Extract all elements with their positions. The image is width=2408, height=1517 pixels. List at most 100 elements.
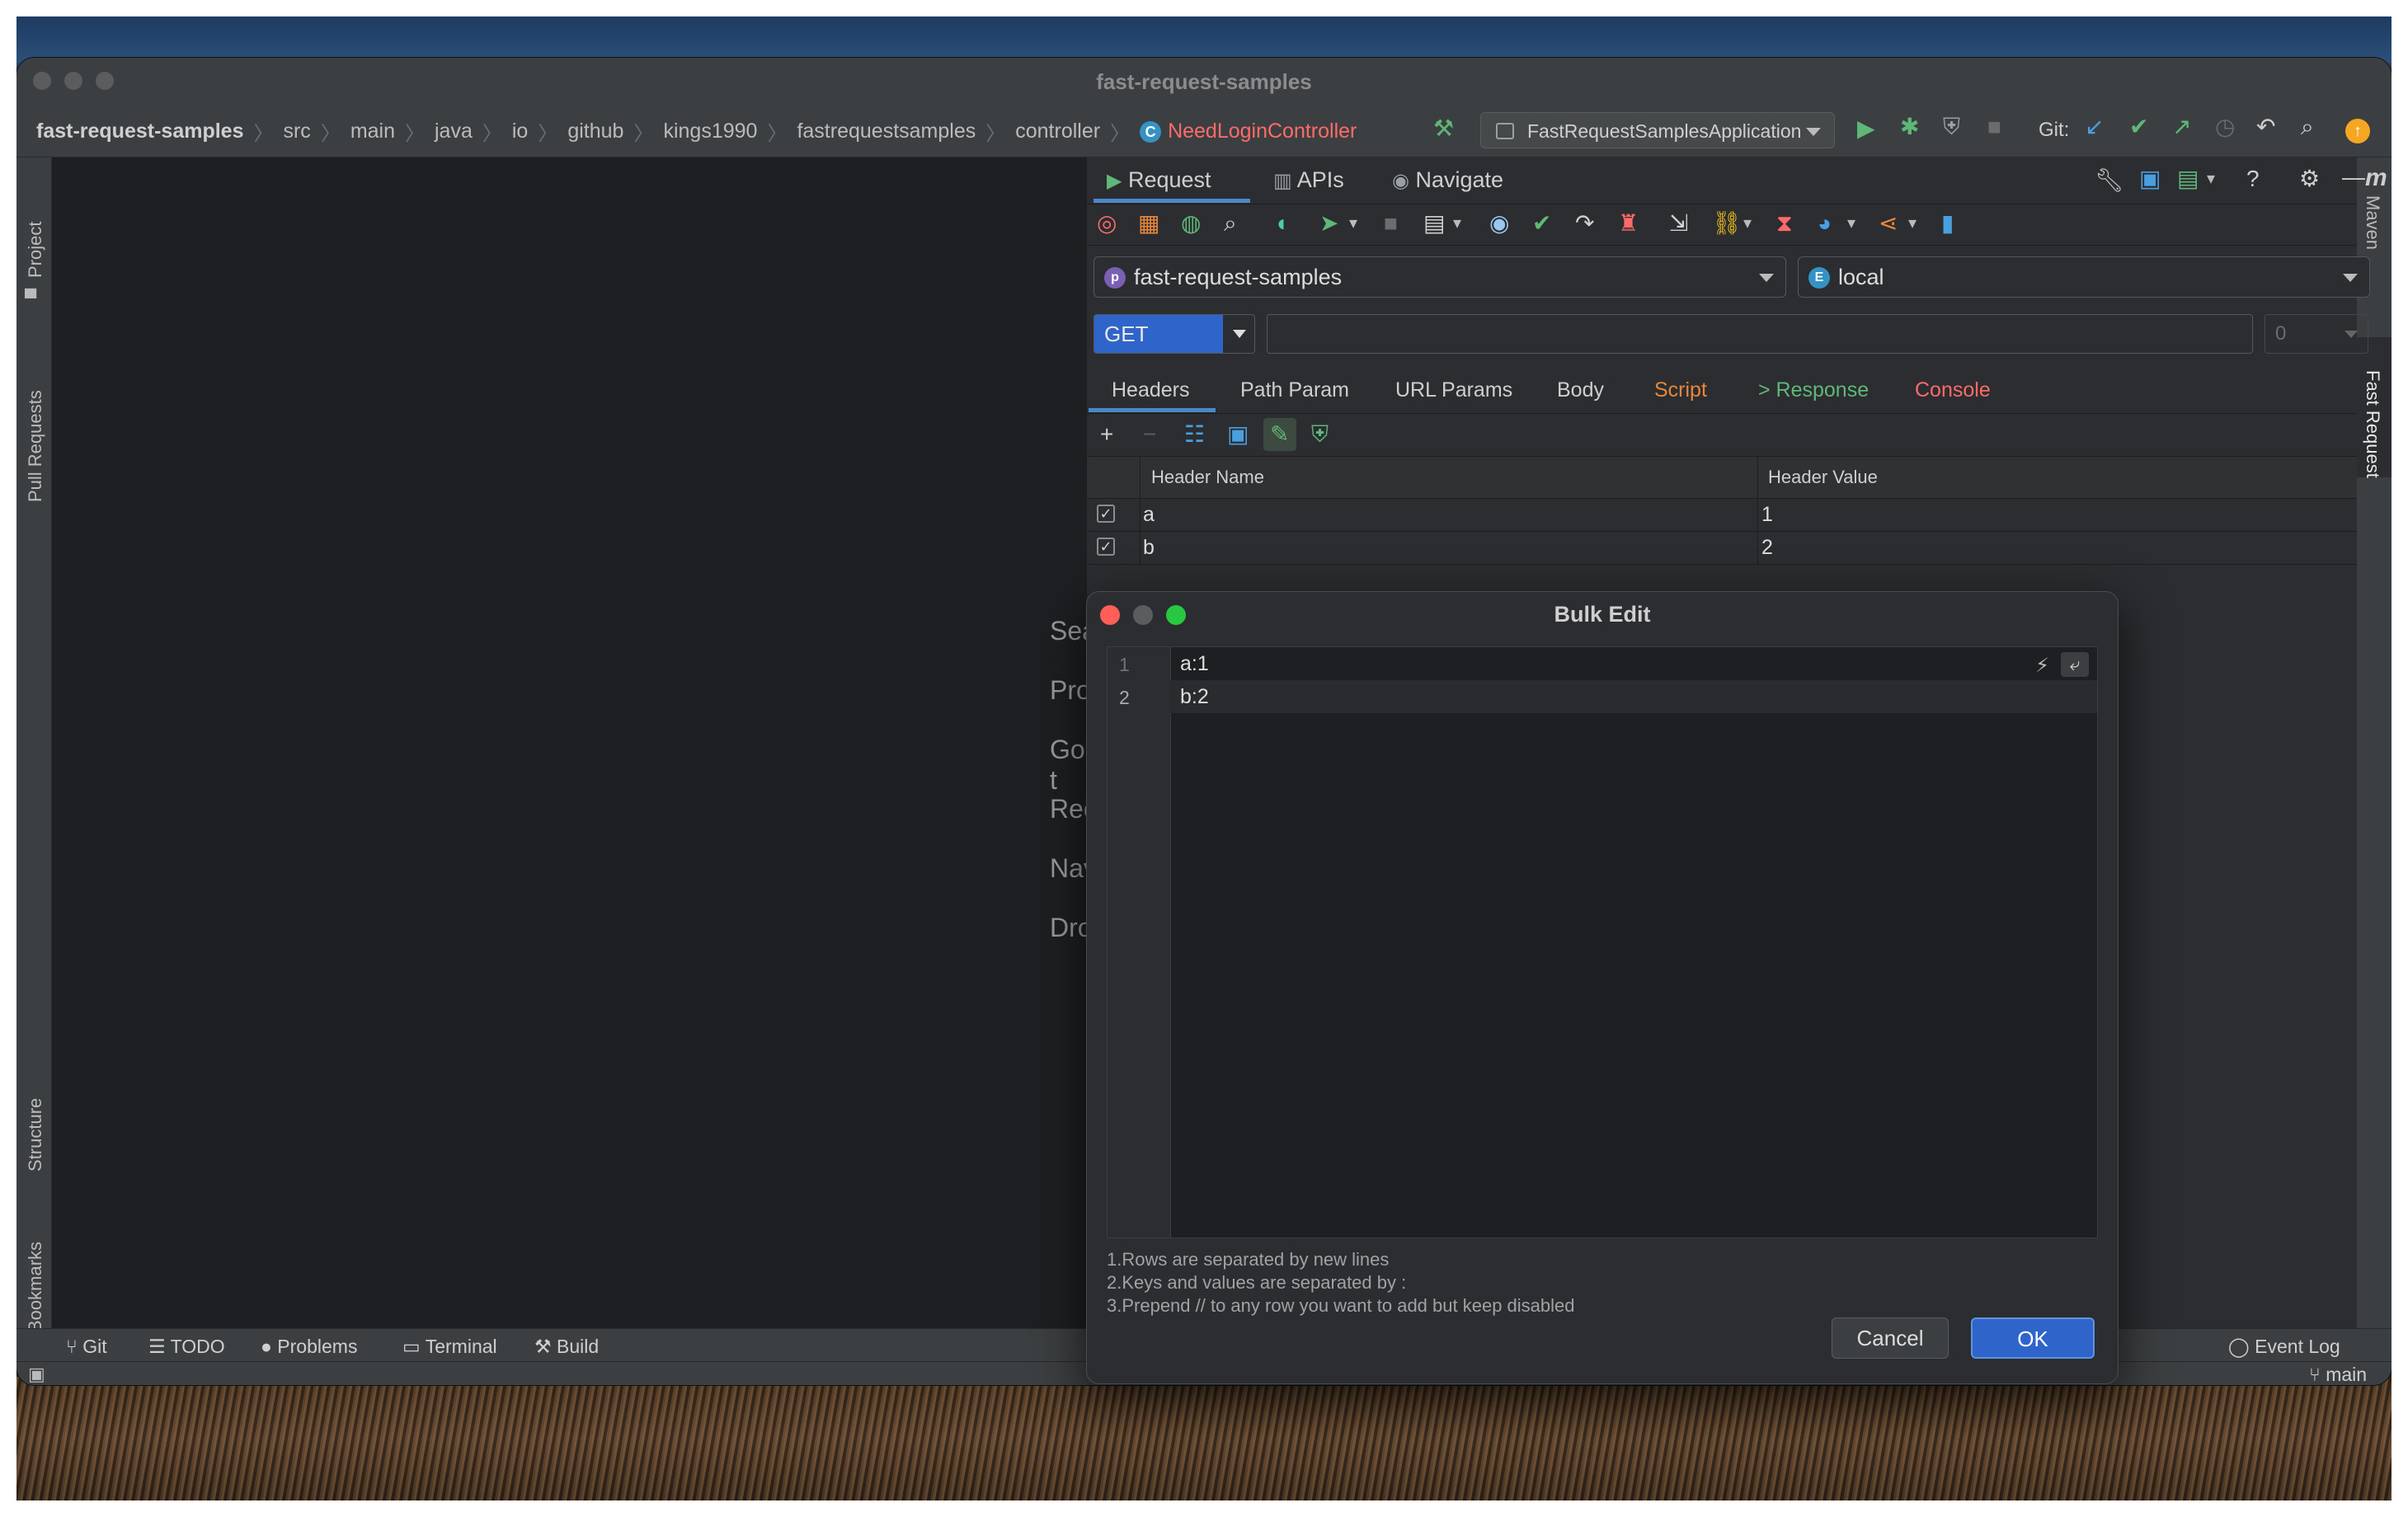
tab-headers[interactable]: Headers	[1112, 378, 1190, 402]
config-icon[interactable]: ▦	[1138, 212, 1159, 235]
fast-request-tool-button[interactable]: Fast Request	[2362, 370, 2383, 478]
chevron-down-icon[interactable]: ▾	[1847, 215, 1855, 232]
event-log-button[interactable]: ◯ Event Log	[2228, 1336, 2340, 1358]
table-row[interactable]: ✓ a 1	[1087, 498, 2357, 532]
header-value-cell[interactable]: 2	[1761, 536, 1773, 560]
run-configuration-select[interactable]: FastRequestSamplesApplication	[1480, 112, 1835, 148]
table-row[interactable]: ✓ b 2	[1087, 531, 2357, 565]
column-header-name[interactable]: Header Name	[1151, 467, 1264, 488]
breadcrumb-current-file[interactable]: NeedLoginController	[1168, 120, 1357, 143]
row-checkbox[interactable]: ✓	[1097, 505, 1115, 523]
tab-apis[interactable]: ▥ APIs	[1273, 167, 1344, 193]
chevron-down-icon[interactable]: ▾	[1453, 215, 1461, 232]
link-icon[interactable]: ⛓	[1712, 212, 1742, 235]
chart-icon[interactable]: ▮	[1941, 212, 1954, 235]
stop-icon[interactable]: ■	[1987, 115, 2001, 139]
wrench-icon[interactable]: 🔧︎	[2095, 169, 2124, 192]
send-icon[interactable]: ➤	[1319, 212, 1338, 235]
tab-script[interactable]: Script	[1654, 378, 1707, 402]
git-tool-button[interactable]: ⑂ Git	[66, 1336, 107, 1358]
breadcrumb-item[interactable]: java	[435, 120, 473, 143]
project-select[interactable]: p fast-request-samples	[1093, 256, 1786, 298]
shield-icon[interactable]: ⛨	[1311, 423, 1329, 446]
tab-body[interactable]: Body	[1557, 378, 1604, 402]
run-icon[interactable]: ▶	[1857, 117, 1875, 140]
cancel-button[interactable]: Cancel	[1832, 1317, 1949, 1359]
git-commit-check-icon[interactable]: ✔	[2129, 115, 2148, 139]
toggle-tool-windows-icon[interactable]: ▣	[28, 1364, 45, 1385]
breadcrumb-item[interactable]: io	[512, 120, 528, 143]
chevron-down-icon[interactable]: ▾	[1349, 215, 1357, 232]
chevron-down-icon[interactable]: ▾	[1743, 215, 1752, 232]
breadcrumb-item[interactable]: kings1990	[663, 120, 757, 143]
breadcrumb-item[interactable]: controller	[1015, 120, 1100, 143]
chevron-down-icon[interactable]: ▾	[2207, 171, 2215, 187]
help-icon[interactable]: ?	[2246, 167, 2260, 190]
breadcrumb-item[interactable]: fast-request-samples	[36, 120, 243, 143]
bulk-edit-textarea[interactable]: 1 2 a:1 b:2 ⚡︎ ⤶	[1107, 646, 2098, 1238]
minimize-panel-icon[interactable]: —	[2342, 166, 2365, 189]
save-icon[interactable]: ▣	[1227, 423, 1249, 446]
stop-icon[interactable]: ■	[1384, 212, 1398, 235]
git-push-icon[interactable]: ↗	[2172, 115, 2191, 139]
header-name-cell[interactable]: b	[1143, 536, 1155, 560]
breadcrumb-item[interactable]: github	[567, 120, 623, 143]
tab-navigate[interactable]: ◉ Navigate	[1392, 167, 1503, 193]
magic-wand-icon[interactable]: ⚡︎	[2035, 654, 2049, 678]
save-icon[interactable]: ▤	[1423, 212, 1445, 235]
header-name-cell[interactable]: a	[1143, 503, 1155, 527]
row-checkbox[interactable]: ✓	[1097, 538, 1115, 556]
chevron-down-icon[interactable]: ▾	[1908, 215, 1917, 232]
clean-broom-icon[interactable]: ♜	[1618, 212, 1639, 235]
editor-empty-area[interactable]: Sear Proj Go t Rece Navi Drop	[52, 157, 1112, 1328]
breadcrumb-item[interactable]: src	[283, 120, 310, 143]
debug-bug-icon[interactable]: ✱	[1900, 115, 1919, 139]
bulk-edit-pencil-icon[interactable]: ✎	[1270, 423, 1289, 446]
target-icon[interactable]: ◉	[1489, 212, 1509, 235]
count-select[interactable]: 0	[2265, 314, 2368, 354]
update-available-icon[interactable]: ↑	[2345, 119, 2370, 143]
tab-response[interactable]: > Response	[1758, 378, 1869, 402]
column-header-value[interactable]: Header Value	[1768, 467, 1878, 488]
toggle-icon[interactable]: ◐	[1277, 212, 1291, 235]
share-icon[interactable]: ⋖	[1879, 212, 1898, 235]
gear-icon[interactable]: ⚙	[2299, 167, 2320, 190]
pull-requests-tool-button[interactable]: Pull Requests	[25, 390, 46, 502]
maven-tool-button[interactable]: Maven	[2362, 195, 2383, 250]
tab-request[interactable]: ▶ Request	[1107, 167, 1211, 193]
url-input[interactable]	[1267, 314, 2253, 354]
redo-icon[interactable]: ↷	[1575, 212, 1594, 235]
git-update-icon[interactable]: ↙	[2085, 115, 2104, 139]
structure-tool-button[interactable]: Structure	[25, 1098, 46, 1172]
history-clock-icon[interactable]: ◷	[2215, 115, 2235, 139]
layout-icon[interactable]: ▣	[2139, 167, 2161, 190]
import-icon[interactable]: ⇲	[1669, 212, 1688, 235]
bookmarks-tool-button[interactable]: Bookmarks	[25, 1242, 46, 1332]
search-icon[interactable]: ⌕	[2301, 115, 2314, 139]
rollback-icon[interactable]: ↶	[2256, 115, 2275, 139]
code-line[interactable]: b:2	[1180, 685, 1209, 709]
coverage-icon[interactable]: ⛨	[1943, 115, 1960, 139]
stop-record-icon[interactable]: ◎	[1097, 212, 1117, 235]
http-method-select[interactable]: GET	[1093, 314, 1255, 354]
add-icon[interactable]: +	[1100, 423, 1113, 446]
environment-select[interactable]: E local	[1798, 256, 2370, 298]
check-circle-icon[interactable]: ✔	[1532, 212, 1551, 235]
ok-button[interactable]: OK	[1971, 1317, 2095, 1359]
soft-wrap-icon[interactable]: ⤶	[2061, 652, 2089, 677]
doc-icon[interactable]: ▤	[2177, 167, 2199, 190]
branch-widget[interactable]: ⑂ main	[2309, 1364, 2367, 1385]
terminal-tool-button[interactable]: ▭ Terminal	[402, 1336, 497, 1358]
format-icon[interactable]: ☷	[1184, 423, 1205, 446]
tab-url-params[interactable]: URL Params	[1395, 378, 1512, 402]
code-line[interactable]: a:1	[1180, 652, 1209, 676]
breadcrumb-item[interactable]: fastrequestsamples	[797, 120, 976, 143]
todo-tool-button[interactable]: ☰ TODO	[148, 1336, 225, 1358]
search-icon[interactable]: ⌕	[1224, 212, 1237, 235]
problems-tool-button[interactable]: ● Problems	[261, 1336, 357, 1358]
header-value-cell[interactable]: 1	[1761, 503, 1773, 527]
breadcrumb-item[interactable]: main	[350, 120, 395, 143]
project-tool-button[interactable]: Project	[25, 222, 46, 278]
sync-icon[interactable]: ◍	[1181, 212, 1201, 235]
build-hammer-icon[interactable]: ⚒	[1433, 117, 1454, 140]
